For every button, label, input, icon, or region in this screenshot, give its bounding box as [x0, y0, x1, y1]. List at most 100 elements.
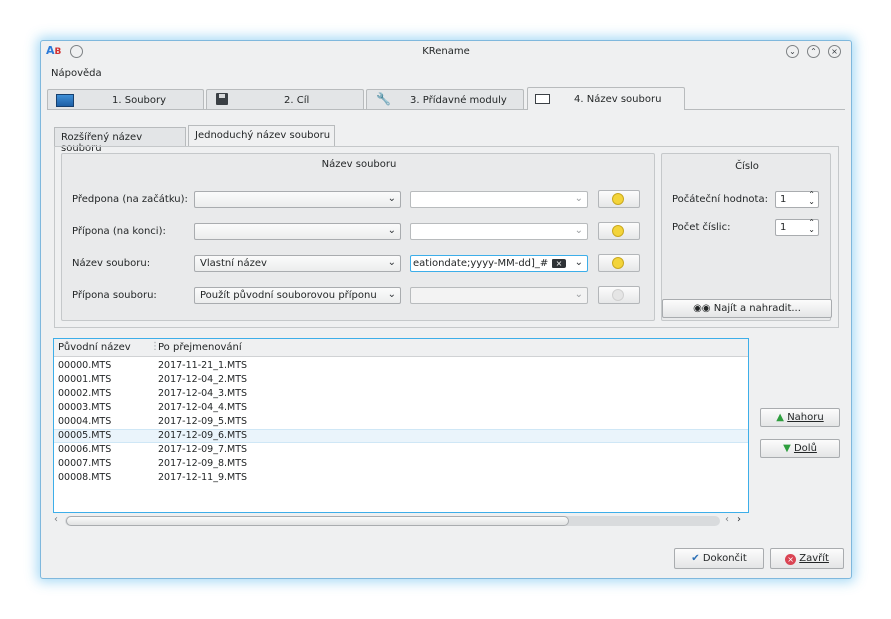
- file-list-header: Původní název ⋮ Po přejmenování: [54, 339, 748, 357]
- tab-pridavne-moduly[interactable]: 🔧 3. Přídavné moduly: [366, 89, 524, 109]
- arrow-down-icon: ▼: [783, 443, 791, 454]
- menu-help[interactable]: Nápověda: [51, 68, 102, 79]
- cancel-icon: ×: [785, 554, 797, 565]
- clear-text-icon[interactable]: ×: [552, 259, 566, 268]
- digits-value-text: 1: [780, 222, 787, 233]
- scroll-left-icon[interactable]: ‹: [725, 514, 729, 525]
- close-icon[interactable]: ×: [828, 45, 841, 58]
- tab-soubory-label: Soubory: [124, 95, 167, 106]
- horizontal-scrollbar-track[interactable]: [65, 516, 720, 526]
- tab-nazev-souboru-label: Název souboru: [586, 94, 662, 105]
- suffix-bulb-button[interactable]: [598, 222, 640, 240]
- new-name: 2017-12-04_4.MTS: [158, 402, 248, 413]
- filename-edit-value: eationdate;yyyy-MM-dd]_#: [413, 258, 549, 269]
- move-up-label: Nahoru: [787, 412, 824, 423]
- prefix-label: Předpona (na začátku):: [72, 194, 188, 205]
- chevron-down-icon: ⌄: [387, 257, 396, 268]
- subtab-rozsireny[interactable]: Rozšířený název souboru: [54, 127, 186, 154]
- start-value-spinbox[interactable]: 1 ⌃ ⌄: [775, 191, 819, 208]
- original-name: 00000.MTS: [58, 360, 112, 371]
- new-name: 2017-12-04_3.MTS: [158, 388, 248, 399]
- original-name: 00004.MTS: [58, 416, 112, 427]
- original-name: 00002.MTS: [58, 388, 112, 399]
- extension-combo[interactable]: Použít původní souborovou příponu ⌄: [194, 287, 401, 304]
- list-item[interactable]: 00001.MTS 2017-12-04_2.MTS: [54, 373, 748, 387]
- tab-nazev-souboru[interactable]: 4. Název souboru: [527, 87, 685, 110]
- list-item-selected[interactable]: 00005.MTS 2017-12-09_6.MTS: [54, 429, 748, 443]
- tab-pridavne-moduly-label: Přídavné moduly: [422, 95, 507, 106]
- original-name: 00003.MTS: [58, 402, 112, 413]
- scroll-right-icon[interactable]: ›: [737, 514, 741, 525]
- binoculars-icon: ◉◉: [693, 303, 711, 314]
- maximize-icon[interactable]: ⌃: [807, 45, 820, 58]
- spin-arrows-icon[interactable]: ⌃ ⌄: [808, 219, 815, 234]
- move-down-button[interactable]: ▼ Dolů: [760, 439, 840, 458]
- chevron-down-icon[interactable]: ⌄: [575, 257, 583, 268]
- chevron-down-icon: ⌄: [387, 225, 396, 236]
- digits-spinbox[interactable]: 1 ⌃ ⌄: [775, 219, 819, 236]
- scroll-left-icon[interactable]: ‹: [54, 514, 58, 525]
- prefix-combo[interactable]: ⌄: [194, 191, 401, 208]
- extension-bulb-button: [598, 286, 640, 304]
- horizontal-scrollbar-thumb[interactable]: [66, 516, 569, 526]
- tab-nazev-souboru-num: 4.: [574, 94, 584, 105]
- tab-cil-label: Cíl: [296, 95, 310, 106]
- header-renamed[interactable]: Po přejmenování: [158, 342, 242, 353]
- prefix-edit[interactable]: ⌄: [410, 191, 588, 208]
- new-name: 2017-12-11_9.MTS: [158, 472, 248, 483]
- suffix-edit[interactable]: ⌄: [410, 223, 588, 240]
- tabbar-divider: [47, 109, 845, 110]
- tab-cil-num: 2.: [284, 95, 294, 106]
- original-name: 00008.MTS: [58, 472, 112, 483]
- move-up-button[interactable]: ▲ Nahoru: [760, 408, 840, 427]
- extension-edit: ⌄: [410, 287, 588, 304]
- filename-combo[interactable]: Vlastní název ⌄: [194, 255, 401, 272]
- finish-button[interactable]: ✔ Dokončit: [674, 548, 764, 569]
- arrow-up-icon: ▲: [776, 412, 784, 423]
- tab-pridavne-moduly-num: 3.: [410, 95, 420, 106]
- extension-label: Přípona souboru:: [72, 290, 157, 301]
- number-group: Číslo Počáteční hodnota: 1 ⌃ ⌄ Počet čísl…: [661, 153, 832, 321]
- tab-cil[interactable]: 2. Cíl: [206, 89, 364, 109]
- original-name: 00005.MTS: [58, 430, 112, 441]
- new-name: 2017-12-09_6.MTS: [158, 430, 248, 441]
- chevron-down-icon: ⌄: [387, 193, 396, 204]
- list-item[interactable]: 00000.MTS 2017-11-21_1.MTS: [54, 359, 748, 373]
- list-item[interactable]: 00004.MTS 2017-12-09_5.MTS: [54, 415, 748, 429]
- prefix-bulb-button[interactable]: [598, 190, 640, 208]
- file-list[interactable]: Původní název ⋮ Po přejmenování 00000.MT…: [53, 338, 749, 513]
- close-button[interactable]: × Zavřít: [770, 548, 844, 569]
- original-name: 00007.MTS: [58, 458, 112, 469]
- move-down-label: Dolů: [793, 443, 817, 454]
- find-replace-button[interactable]: ◉◉ Najít a nahradit...: [662, 299, 832, 318]
- spin-arrows-icon[interactable]: ⌃ ⌄: [808, 191, 815, 206]
- new-name: 2017-12-04_2.MTS: [158, 374, 248, 385]
- filename-group-title: Název souboru: [321, 159, 397, 170]
- find-replace-label: Najít a nahradit...: [713, 303, 801, 314]
- minimize-icon[interactable]: ⌄: [786, 45, 799, 58]
- filename-edit[interactable]: eationdate;yyyy-MM-dd]_# × ⌄: [410, 255, 588, 272]
- list-item[interactable]: 00002.MTS 2017-12-04_3.MTS: [54, 387, 748, 401]
- list-item[interactable]: 00003.MTS 2017-12-04_4.MTS: [54, 401, 748, 415]
- header-original-name[interactable]: Původní název: [58, 342, 131, 353]
- window-title: KRename: [422, 46, 470, 57]
- filename-combo-value: Vlastní název: [200, 258, 267, 269]
- digits-label: Počet číslic:: [672, 222, 731, 233]
- suffix-label: Přípona (na konci):: [72, 226, 166, 237]
- new-name: 2017-12-09_8.MTS: [158, 458, 248, 469]
- filename-bulb-button[interactable]: [598, 254, 640, 272]
- list-item[interactable]: 00006.MTS 2017-12-09_7.MTS: [54, 443, 748, 457]
- textfield-icon: [535, 94, 550, 104]
- tab-soubory[interactable]: 1. Soubory: [47, 89, 204, 109]
- subtab-jednoduchy-label: Jednoduchý název souboru: [195, 130, 331, 141]
- filename-label: Název souboru:: [72, 258, 151, 269]
- lightbulb-icon: [612, 289, 624, 301]
- suffix-combo[interactable]: ⌄: [194, 223, 401, 240]
- floppy-disk-icon: [216, 93, 228, 105]
- lightbulb-icon: [612, 257, 624, 269]
- lightbulb-icon: [612, 193, 624, 205]
- subtab-jednoduchy[interactable]: Jednoduchý název souboru: [188, 125, 335, 147]
- list-item[interactable]: 00007.MTS 2017-12-09_8.MTS: [54, 457, 748, 471]
- new-name: 2017-12-09_7.MTS: [158, 444, 248, 455]
- list-item[interactable]: 00008.MTS 2017-12-11_9.MTS: [54, 471, 748, 485]
